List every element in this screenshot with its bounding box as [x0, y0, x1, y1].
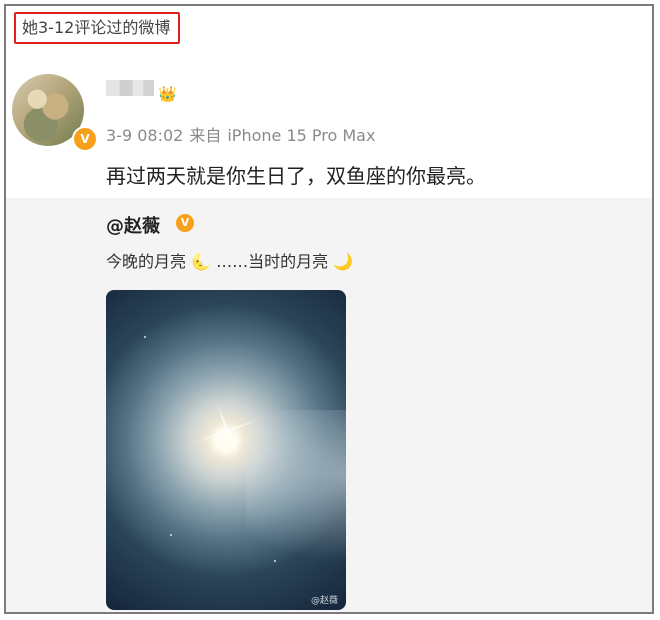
- username-blurred[interactable]: [106, 80, 154, 96]
- post-text: 再过两天就是你生日了，双鱼座的你最亮。: [106, 164, 486, 188]
- repost-text-part1: 今晚的月亮: [106, 252, 187, 271]
- star-dot: [224, 468, 226, 470]
- reposted-weibo[interactable]: @赵薇 V 今晚的月亮 🌜 ……当时的月亮 🌙 @赵薇: [6, 198, 652, 612]
- crescent-moon-icon: 🌜: [191, 252, 212, 271]
- repost-text: 今晚的月亮 🌜 ……当时的月亮 🌙: [106, 248, 353, 272]
- weibo-post: V 👑 3-9 08:02 来自 iPhone 15 Pro Max 再过两天就是你…: [6, 52, 652, 612]
- photo-watermark: @赵薇: [310, 596, 338, 606]
- verified-v-icon: V: [176, 214, 194, 232]
- post-time[interactable]: 3-9 08:02: [106, 126, 183, 145]
- moon-icon: 🌙: [333, 252, 354, 271]
- header-strip: 她3-12评论过的微博: [6, 6, 652, 52]
- star-dot: [170, 534, 172, 536]
- moon-photo[interactable]: @赵薇: [106, 290, 346, 610]
- repost-author-link[interactable]: @赵薇: [106, 212, 160, 238]
- post-meta: 3-9 08:02 来自 iPhone 15 Pro Max: [106, 122, 375, 146]
- source-prefix: 来自: [189, 126, 222, 145]
- lens-flare: [215, 401, 239, 459]
- star-dot: [144, 336, 146, 338]
- screenshot-frame: 她3-12评论过的微博 V 👑 3-9 08:02 来自 iPhone 15 Pro…: [4, 4, 654, 614]
- avatar-container[interactable]: V: [12, 74, 98, 156]
- post-source: iPhone 15 Pro Max: [227, 126, 376, 145]
- verified-v-icon: V: [72, 126, 98, 152]
- crown-icon: 👑: [158, 85, 177, 103]
- comment-history-label: 她3-12评论过的微博: [14, 12, 181, 44]
- repost-text-part2: ……当时的月亮: [216, 252, 329, 271]
- star-dot: [274, 560, 276, 562]
